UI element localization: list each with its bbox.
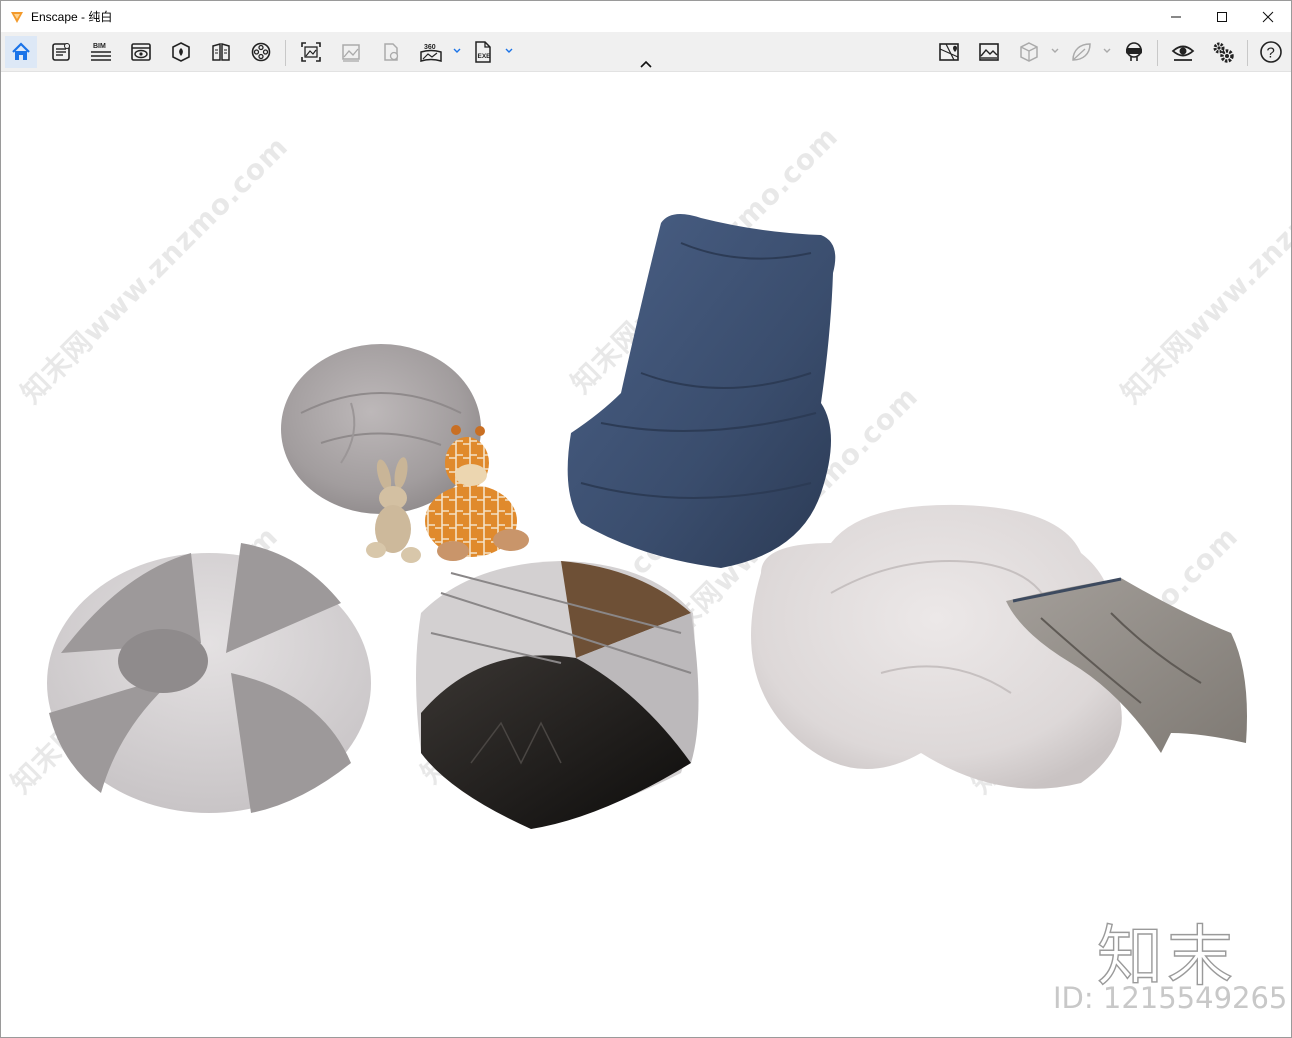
blue-beanbag-chair [567,214,836,568]
eye-icon [1171,45,1195,61]
minimize-button[interactable] [1153,1,1199,32]
bim-icon: BIM [91,43,111,61]
minimize-icon [1171,16,1181,17]
image-export-icon [979,43,999,61]
leaf-icon [1072,43,1091,61]
grey-beanbag [281,344,481,514]
settings-button[interactable] [1207,36,1239,68]
toolbar-separator [1157,40,1158,66]
export-exe-label: EXE [478,53,492,60]
title-bar: Enscape - 纯白 [1,1,1291,32]
enscape-window: Enscape - 纯白 BIM 360 EXE ? 知末网www.znzmo.… [0,0,1292,1038]
document-settings-button[interactable] [45,36,77,68]
gears-icon [1213,42,1234,63]
window-title: Enscape - 纯白 [31,10,113,24]
panorama-360-icon: 360 [420,44,442,63]
home-button[interactable] [5,36,37,68]
collapse-toolbar-chevron-up-icon[interactable] [638,58,654,70]
window-controls [1153,1,1291,32]
chevron-down-icon[interactable] [1050,46,1060,56]
cube-button[interactable] [1013,36,1045,68]
cube-icon [1020,42,1038,62]
export-exe-icon: EXE [475,41,492,63]
map-button[interactable] [933,36,965,68]
material-book-icon [212,43,230,61]
close-icon [1262,11,1274,22]
toolbar-separator [285,40,286,66]
home-icon [12,42,30,60]
panorama-360-button[interactable]: 360 [415,36,447,68]
upload-button[interactable] [375,36,407,68]
screenshot-button[interactable] [295,36,327,68]
enscape-logo-icon [11,11,23,23]
bim-button[interactable]: BIM [85,36,117,68]
rendered-scene [47,214,1247,829]
maximize-icon [1217,11,1227,22]
view-button[interactable] [125,36,157,68]
toolbar-separator [1247,40,1248,66]
leaf-button[interactable] [1065,36,1097,68]
help-icon: ? [1260,41,1282,63]
close-button[interactable] [1245,1,1291,32]
video-editor-button[interactable] [245,36,277,68]
batch-render-button[interactable] [335,36,367,68]
chevron-down-icon[interactable] [1102,46,1112,56]
striped-beanbag [47,543,371,813]
render-viewport[interactable]: 知末网www.znzmo.com 知末网www.znzmo.com 知末网www… [1,73,1291,1037]
chevron-down-icon[interactable] [504,46,514,56]
help-button[interactable]: ? [1255,36,1287,68]
bim-label: BIM [93,43,106,50]
patchwork-pouf [416,561,699,829]
chevron-down-icon[interactable] [452,46,462,56]
screenshot-icon [301,42,321,62]
material-book-button[interactable] [205,36,237,68]
export-exe-button[interactable]: EXE [467,36,499,68]
view-icon [131,43,151,61]
maximize-button[interactable] [1199,1,1245,32]
upload-icon [384,43,399,61]
vr-headset-icon [1126,42,1142,61]
video-reel-icon [251,42,271,62]
asset-library-button[interactable] [165,36,197,68]
brand-id: ID: 1215549265 [1053,981,1288,1015]
help-label: ? [1267,45,1275,62]
visual-settings-button[interactable] [1167,36,1199,68]
map-pin-icon [939,43,959,61]
image-export-button[interactable] [973,36,1005,68]
asset-library-icon [172,42,190,62]
vr-headset-button[interactable] [1118,36,1150,68]
batch-render-icon [342,44,360,62]
document-settings-icon [52,43,70,61]
